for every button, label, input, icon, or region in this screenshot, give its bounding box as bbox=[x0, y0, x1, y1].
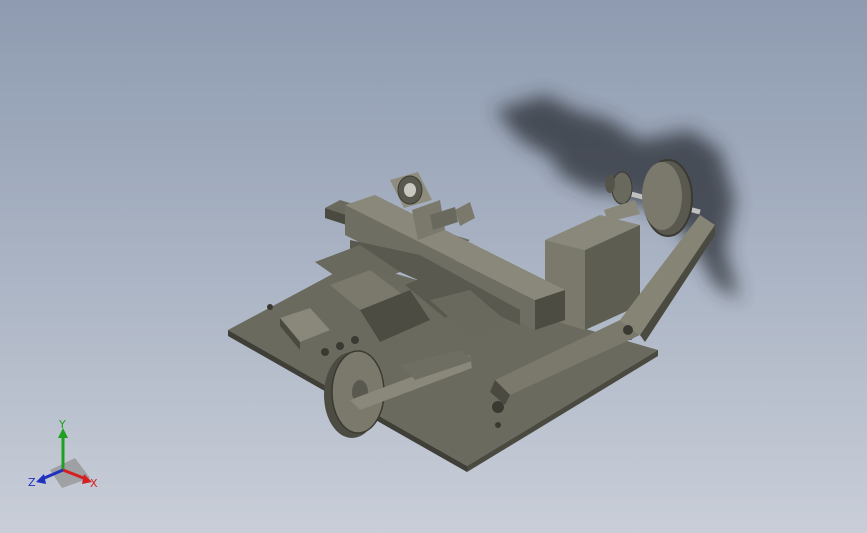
z-axis-label: Z bbox=[28, 476, 36, 489]
x-axis-label: X bbox=[90, 477, 98, 490]
cad-viewport[interactable]: Y X Z bbox=[0, 0, 867, 533]
axis-triad: Y X Z bbox=[28, 418, 98, 490]
cad-model-view[interactable]: Y X Z bbox=[0, 0, 867, 533]
y-axis-label: Y bbox=[58, 418, 66, 431]
